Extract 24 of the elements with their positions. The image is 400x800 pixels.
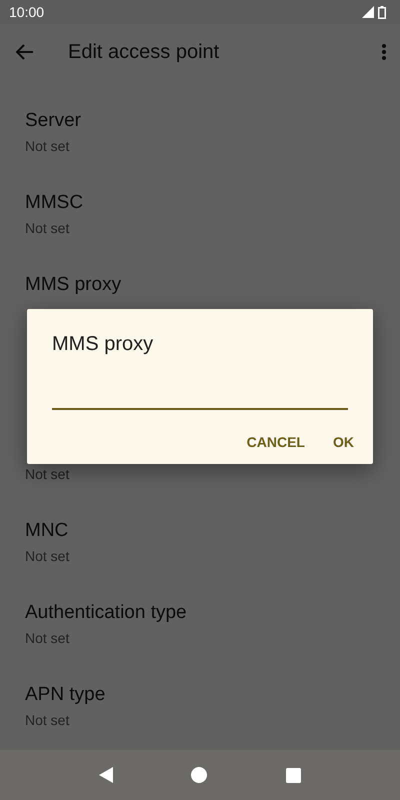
setting-summary: Not set [25,712,70,728]
status-time: 10:00 [9,4,44,20]
setting-title[interactable]: MMS proxy [25,274,122,296]
back-icon[interactable] [16,44,34,60]
setting-title[interactable]: Authentication type [25,602,187,624]
setting-summary: Not set [25,220,70,236]
setting-summary: Not set [25,630,70,646]
dialog-button[interactable]: CANCEL [236,426,315,458]
home-icon[interactable] [191,767,208,783]
back-nav-icon[interactable] [99,767,114,783]
battery-icon [378,6,386,18]
setting-title[interactable]: MMSC [25,192,84,214]
setting-summary: Not set [25,548,70,564]
setting-title[interactable]: Server [25,110,81,132]
setting-summary: Not set [25,466,70,482]
dialog-button[interactable]: OK [323,426,364,458]
dialog-title: MMS proxy [52,333,154,356]
recents-icon[interactable] [286,768,301,782]
more-options-icon[interactable] [382,44,386,60]
setting-summary: Not set [25,138,70,154]
setting-title[interactable]: APN type [25,684,106,706]
signal-icon [362,6,374,18]
toolbar-title: Edit access point [68,40,220,64]
setting-title[interactable]: MNC [25,520,68,542]
